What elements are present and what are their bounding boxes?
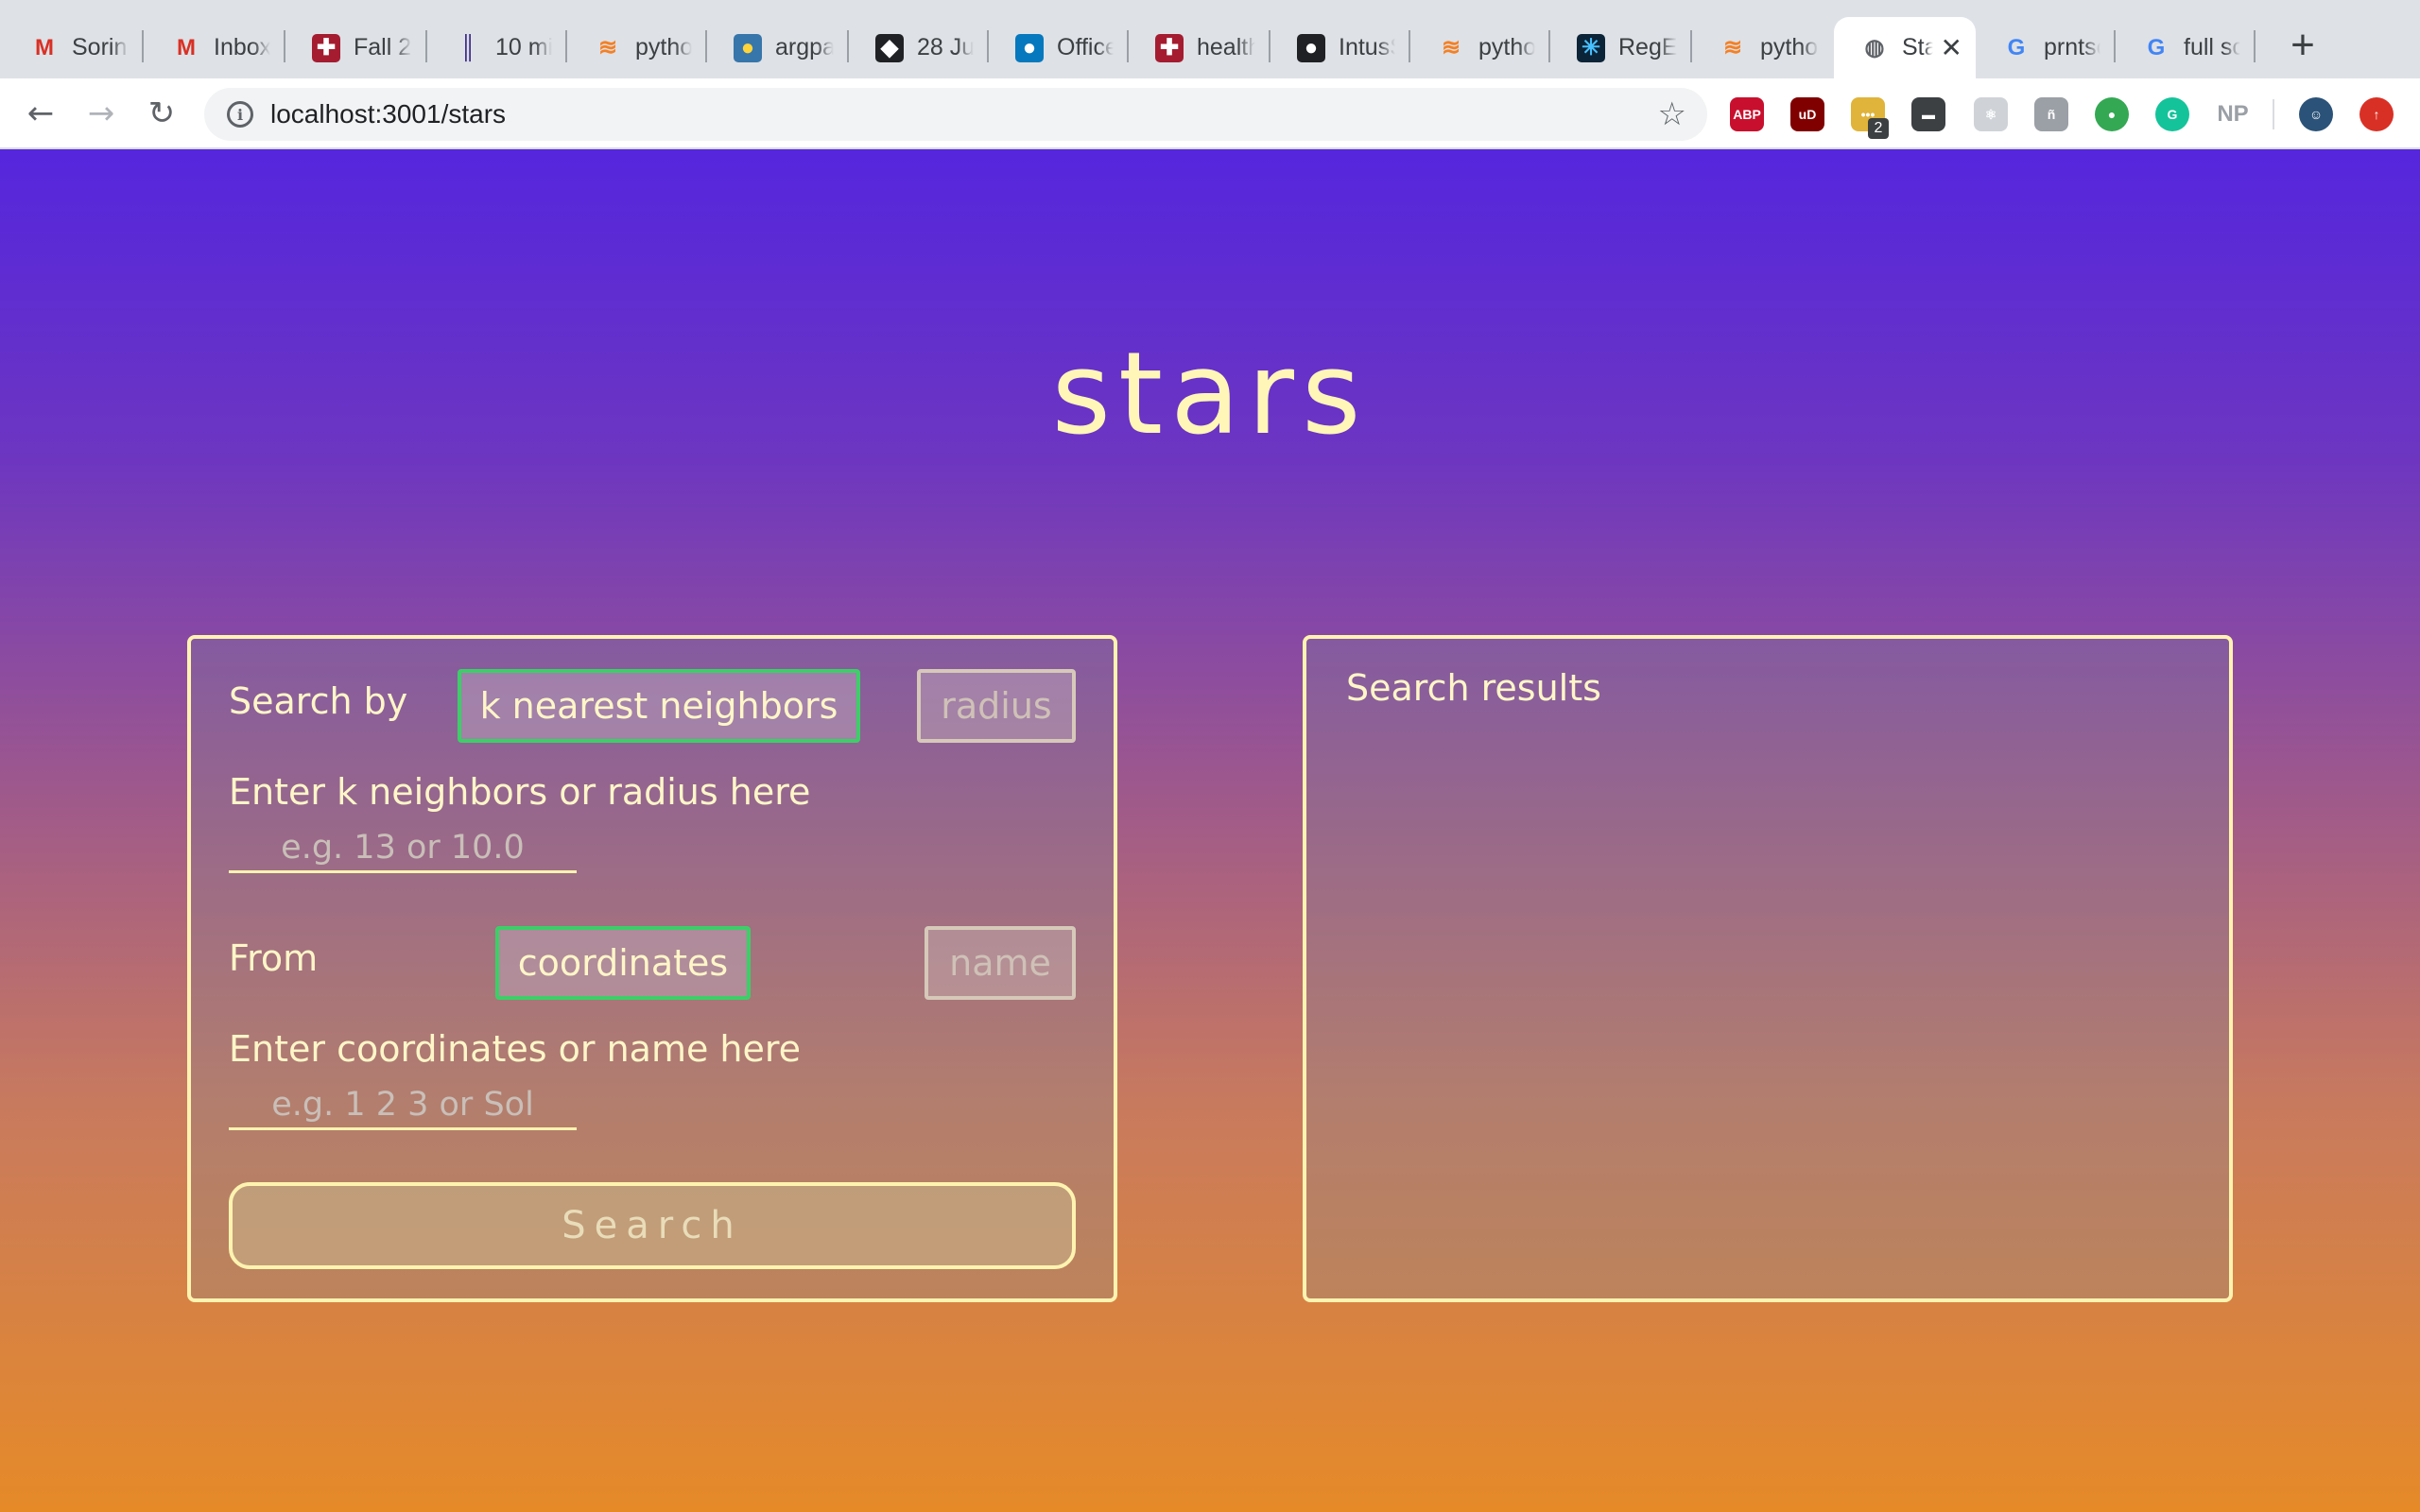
- stackoverflow-icon: ≋: [1441, 35, 1461, 60]
- reload-icon[interactable]: ↻: [140, 92, 183, 135]
- globe-icon: ◍: [1864, 35, 1885, 60]
- tab-label: 10 min: [495, 34, 552, 60]
- name-toggle-button[interactable]: name: [925, 926, 1076, 1000]
- university-crest-icon: ✚: [1155, 33, 1184, 62]
- color-picker-icon[interactable]: ●: [2095, 97, 2129, 131]
- results-panel: Search results: [1303, 635, 2233, 1302]
- tab-label: health: [1197, 34, 1255, 60]
- github-icon: ●: [1297, 33, 1325, 62]
- dark-circle-logo-icon: ◆: [875, 33, 904, 62]
- tab-label: full sc: [2184, 34, 2240, 60]
- coords-or-name-input[interactable]: e.g. 1 2 3 or Sol: [229, 1081, 577, 1130]
- tab-divider: [142, 30, 144, 62]
- python-logo-icon: ●: [734, 33, 762, 62]
- browser-tab[interactable]: M Sorin C: [4, 17, 142, 78]
- extension-badge: 2: [1868, 118, 1889, 139]
- url-text[interactable]: localhost:3001/stars: [270, 99, 506, 129]
- search-button[interactable]: Search: [229, 1182, 1076, 1269]
- tab-divider: [2254, 30, 2256, 62]
- site-info-icon[interactable]: i: [227, 101, 253, 128]
- toolbar-divider: [2273, 99, 2274, 129]
- close-tab-icon[interactable]: ✕: [1933, 32, 1962, 63]
- university-crest-icon: ✚: [312, 33, 340, 62]
- tab-label: prntsc: [2044, 34, 2100, 60]
- results-title: Search results: [1346, 667, 1601, 709]
- hungry-ext-icon[interactable]: ñ: [2034, 97, 2068, 131]
- forward-arrow-icon[interactable]: →: [79, 92, 123, 135]
- browser-tab[interactable]: ● argpar: [707, 17, 847, 78]
- browser-tab[interactable]: ✚ Fall 20: [285, 17, 425, 78]
- browser-tab[interactable]: ≋ python: [567, 17, 705, 78]
- page-background: stars Search by k nearest neighbors radi…: [0, 149, 2420, 1512]
- gmail-icon: M: [177, 34, 196, 60]
- tab-label: 28 Jul: [917, 34, 974, 60]
- np-ext-icon[interactable]: NP: [2216, 97, 2250, 131]
- regex-icon: ✳: [1577, 33, 1605, 62]
- search-by-label: Search by: [229, 680, 408, 722]
- tab-label: RegEx: [1618, 34, 1677, 60]
- tab-label: python: [1478, 34, 1535, 60]
- knn-toggle-button[interactable]: k nearest neighbors: [458, 669, 860, 743]
- coordinates-toggle-button[interactable]: coordinates: [495, 926, 751, 1000]
- tab-label: IntusS: [1339, 34, 1395, 60]
- browser-tab[interactable]: ◍ Sta ✕: [1834, 17, 1976, 78]
- tab-strip: M Sorin C M Inbox ✚ Fall 20 ║ 10 min ≋ python ● arg…: [0, 0, 2420, 78]
- browser-tab[interactable]: ≋ python: [1410, 17, 1548, 78]
- browser-tab[interactable]: ● IntusS: [1270, 17, 1409, 78]
- react-devtools-icon[interactable]: ⚛: [1974, 97, 2008, 131]
- new-tab-plus-icon[interactable]: +: [2278, 21, 2327, 70]
- puzzle-ext-icon[interactable]: ▬: [1911, 97, 1945, 131]
- browser-tab[interactable]: ≋ python: [1692, 17, 1832, 78]
- google-icon: G: [2147, 34, 2166, 60]
- browser-tab[interactable]: ◆ 28 Jul: [849, 17, 987, 78]
- from-label: From: [229, 937, 319, 979]
- address-bar[interactable]: i localhost:3001/stars ☆: [204, 88, 1707, 141]
- bookmark-star-icon[interactable]: ☆: [1658, 95, 1686, 133]
- tab-label: Fall 20: [354, 34, 412, 60]
- tab-label: Sta: [1902, 34, 1933, 60]
- tab-label: python: [1760, 34, 1819, 60]
- bars-logo-icon: ║: [459, 34, 476, 60]
- k-or-radius-label: Enter k neighbors or radius here: [229, 771, 811, 813]
- tab-label: python: [635, 34, 692, 60]
- browser-tab[interactable]: ● Office: [989, 17, 1127, 78]
- tab-label: Sorin C: [72, 34, 129, 60]
- tab-label: argpar: [775, 34, 834, 60]
- browser-toolbar: ← → ↻ i localhost:3001/stars ☆ ABP uD ••• ▬…: [0, 78, 2420, 149]
- profile-avatar-icon[interactable]: ☺: [2299, 97, 2333, 131]
- browser-tab[interactable]: ║ 10 min: [427, 17, 565, 78]
- coords-or-name-label: Enter coordinates or name here: [229, 1028, 802, 1070]
- gmail-icon: M: [35, 34, 54, 60]
- ublock-origin-icon[interactable]: uD: [1790, 97, 1824, 131]
- browser-tab[interactable]: M Inbox: [146, 17, 284, 78]
- google-icon: G: [2007, 34, 2026, 60]
- adblock-plus-icon[interactable]: ABP: [1730, 97, 1764, 131]
- browser-tab[interactable]: ✳ RegEx: [1550, 17, 1690, 78]
- page-title: stars: [1051, 329, 1369, 460]
- k-or-radius-input[interactable]: e.g. 13 or 10.0: [229, 824, 577, 873]
- tab-label: Office: [1057, 34, 1114, 60]
- stackoverflow-icon: ≋: [597, 35, 618, 60]
- drupal-icon: ●: [1015, 33, 1044, 62]
- browser-tab[interactable]: Gfull sc: [2116, 17, 2254, 78]
- search-panel: Search by k nearest neighbors radius Ent…: [187, 635, 1117, 1302]
- stackoverflow-icon: ≋: [1722, 35, 1743, 60]
- radius-toggle-button[interactable]: radius: [917, 669, 1076, 743]
- grammarly-icon[interactable]: G: [2155, 97, 2189, 131]
- tab-label: Inbox: [214, 34, 270, 60]
- browser-tab[interactable]: Gprntsc: [1976, 17, 2114, 78]
- back-arrow-icon[interactable]: ←: [19, 92, 62, 135]
- browser-tab[interactable]: ✚ health: [1129, 17, 1269, 78]
- update-icon[interactable]: ↑: [2360, 97, 2394, 131]
